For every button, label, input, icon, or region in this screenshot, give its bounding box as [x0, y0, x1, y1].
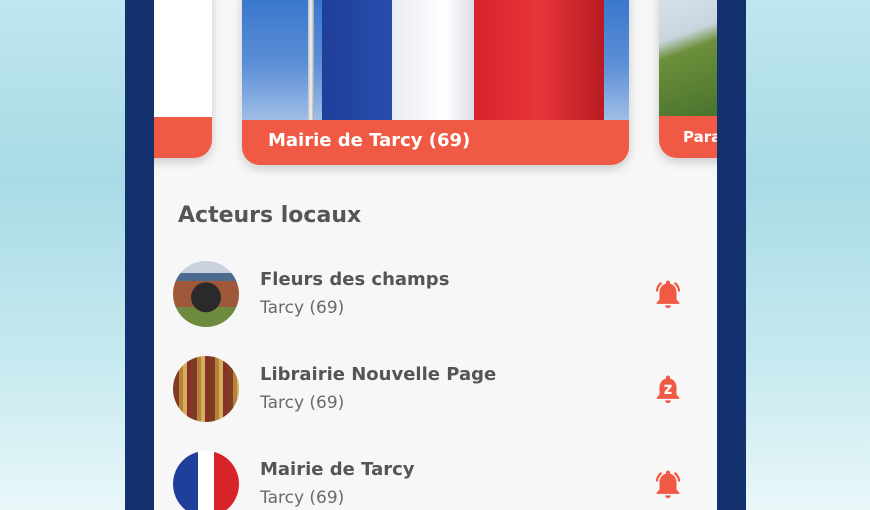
actor-name: Fleurs des champs [260, 269, 450, 290]
bell-snooze-icon[interactable] [651, 372, 685, 406]
card-caption-band [154, 117, 212, 158]
actor-location: Tarcy (69) [260, 393, 345, 413]
avatar [173, 451, 239, 510]
list-item[interactable]: Librairie Nouvelle Page Tarcy (69) [154, 356, 717, 436]
carousel-card-next[interactable]: Para [659, 0, 717, 158]
bell-icon[interactable] [651, 467, 685, 501]
actor-name: Mairie de Tarcy [260, 459, 415, 480]
card-image-french-flag [242, 0, 629, 120]
carousel-card-previous[interactable] [154, 0, 212, 158]
actor-name: Librairie Nouvelle Page [260, 364, 497, 385]
carousel-card-mairie[interactable]: Mairie de Tarcy (69) [242, 0, 629, 165]
app-screen: Mairie de Tarcy (69) Para Acteurs locaux… [154, 0, 717, 510]
list-item[interactable]: Fleurs des champs Tarcy (69) [154, 261, 717, 341]
actor-location: Tarcy (69) [260, 488, 345, 508]
avatar [173, 261, 239, 327]
list-item[interactable]: Mairie de Tarcy Tarcy (69) [154, 451, 717, 510]
card-image-village [659, 0, 717, 116]
card-caption: Para [683, 128, 717, 146]
bell-icon[interactable] [651, 277, 685, 311]
avatar [173, 356, 239, 422]
card-caption: Mairie de Tarcy (69) [268, 130, 471, 151]
section-title: Acteurs locaux [178, 203, 362, 228]
actor-location: Tarcy (69) [260, 298, 345, 318]
